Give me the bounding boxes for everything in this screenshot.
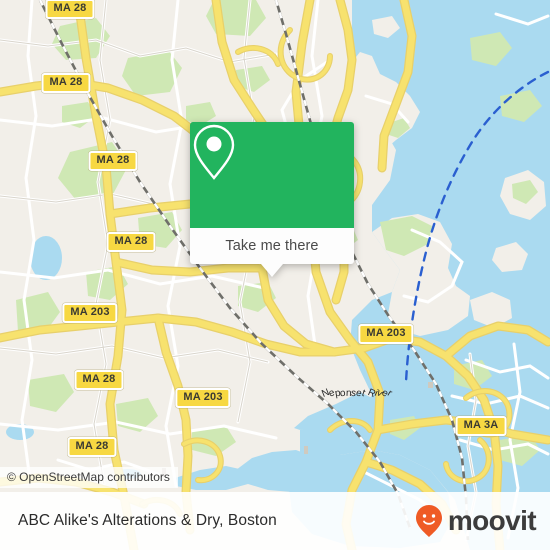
road-shield: MA 28 [41,73,91,93]
moovit-smiley-pin-icon [415,505,442,537]
popup-action[interactable]: Take me there [190,228,354,264]
road-shield: MA 3A [455,416,507,436]
popup-header [190,122,354,228]
road-shield: MA 28 [45,0,95,19]
road-shield: MA 28 [106,232,156,252]
road-shield: MA 203 [62,303,118,323]
map-canvas[interactable]: MA 28 MA 28 MA 28 MA 28 MA 203 MA 28 MA … [0,0,550,550]
road-shield: MA 203 [358,324,414,344]
moovit-logo[interactable]: moovit [414,504,537,538]
road-shield: MA 28 [88,151,138,171]
road-shield: MA 28 [67,437,117,457]
place-name: ABC Alike's Alterations & Dry, Boston [18,512,277,529]
road-shield: MA 28 [74,370,124,390]
screenshot-root: MA 28 MA 28 MA 28 MA 28 MA 203 MA 28 MA … [0,0,550,550]
map-attribution[interactable]: © OpenStreetMap contributors [0,467,178,488]
road-shield: MA 203 [175,388,231,408]
moovit-wordmark: moovit [447,505,537,536]
take-me-there-label: Take me there [225,238,319,254]
location-popup-card[interactable]: Take me there [190,122,354,277]
footer-bar: ABC Alike's Alterations & Dry, Boston mo… [0,492,550,550]
map-pin-icon [193,124,235,180]
popup-tail [261,264,283,277]
